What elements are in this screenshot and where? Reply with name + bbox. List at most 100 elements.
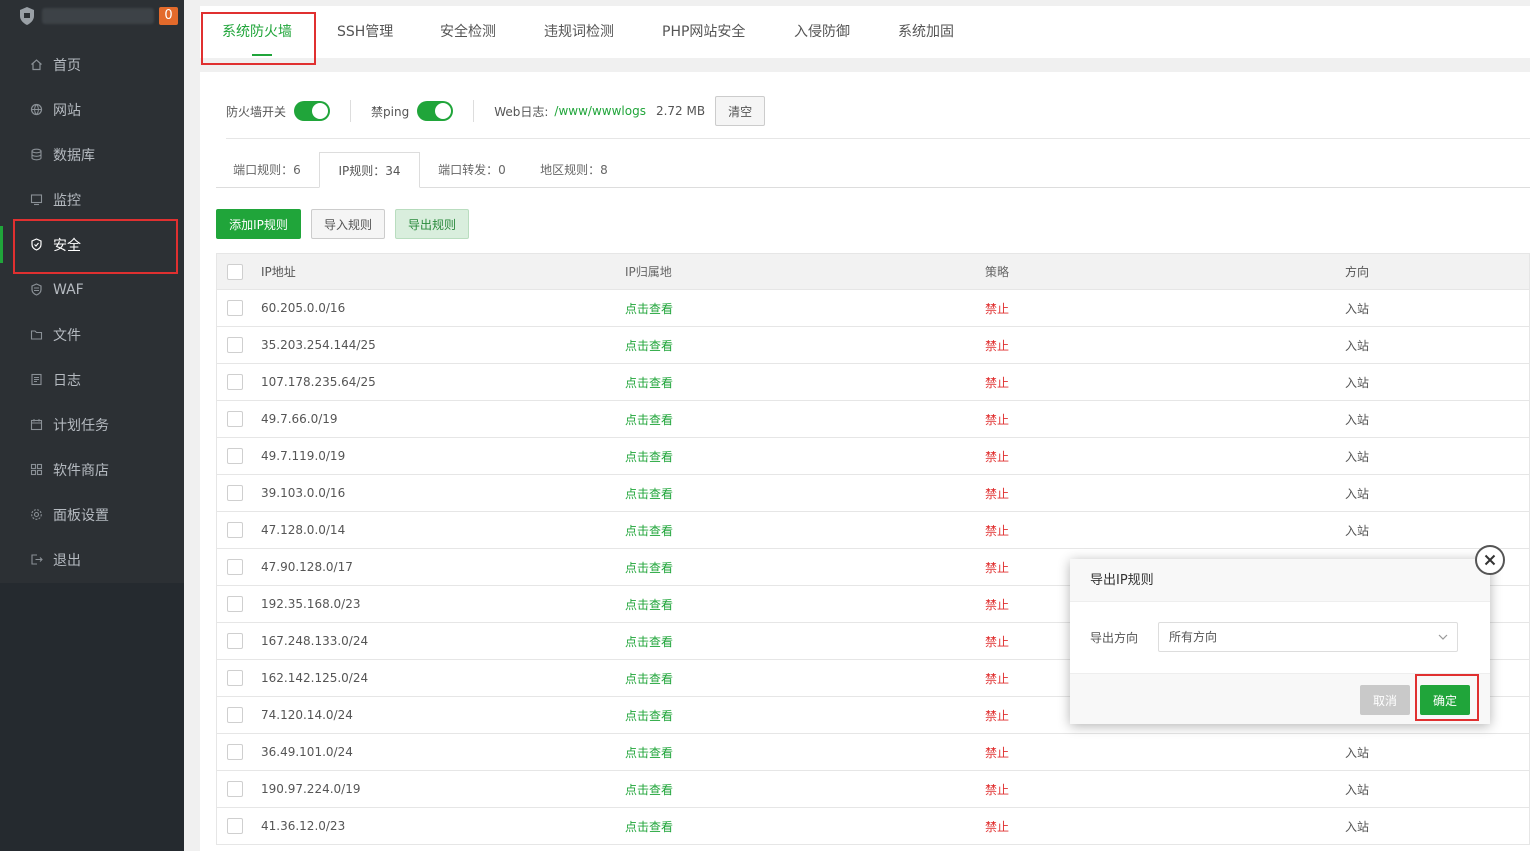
policy-value: 禁止 <box>985 412 1010 427</box>
policy-value: 禁止 <box>985 301 1010 316</box>
direction-value: 入站 <box>1345 301 1370 316</box>
main-area: 系统防火墙 SSH管理 安全检测 违规词检测 PHP网站安全 入侵防御 系统加固… <box>184 0 1530 851</box>
ip-location-link[interactable]: 点击查看 <box>625 522 673 539</box>
table-row: 39.103.0.0/16 点击查看 禁止 入站 <box>217 475 1529 512</box>
ip-location-link[interactable]: 点击查看 <box>625 374 673 391</box>
sidebar-item-home[interactable]: 首页 <box>0 42 184 87</box>
ip-location-link[interactable]: 点击查看 <box>625 744 673 761</box>
ip-location-link[interactable]: 点击查看 <box>625 596 673 613</box>
subtab-ip-rules[interactable]: IP规则：34 <box>319 152 420 188</box>
add-ip-rule-button[interactable]: 添加IP规则 <box>216 209 301 239</box>
ip-location-link[interactable]: 点击查看 <box>625 337 673 354</box>
home-icon <box>29 58 43 72</box>
highlight-security <box>13 219 178 274</box>
apps-icon <box>29 463 43 477</box>
sidebar-item-logs[interactable]: 日志 <box>0 357 184 402</box>
policy-value: 禁止 <box>985 671 1010 686</box>
row-checkbox[interactable] <box>227 374 243 390</box>
divider <box>350 100 352 122</box>
sidebar-item-label: WAF <box>53 281 84 298</box>
ip-location-link[interactable]: 点击查看 <box>625 633 673 650</box>
tab-intrusion[interactable]: 入侵防御 <box>794 6 850 58</box>
sidebar-item-label: 日志 <box>53 372 81 389</box>
weblog-path-link[interactable]: /www/wwwlogs <box>554 104 646 118</box>
sidebar-header: 0 <box>0 0 184 36</box>
tab-php-security[interactable]: PHP网站安全 <box>662 6 745 58</box>
table-row: 190.97.224.0/19 点击查看 禁止 入站 <box>217 771 1529 808</box>
sidebar-item-settings[interactable]: 面板设置 <box>0 492 184 537</box>
sidebar-item-label: 监控 <box>53 192 81 209</box>
divider <box>473 100 475 122</box>
select-all-checkbox[interactable] <box>227 263 243 280</box>
tab-ssh[interactable]: SSH管理 <box>337 6 393 58</box>
row-checkbox[interactable] <box>227 522 243 538</box>
tab-word-check[interactable]: 违规词检测 <box>544 6 614 58</box>
ip-location-link[interactable]: 点击查看 <box>625 300 673 317</box>
direction-value: 入站 <box>1345 523 1370 538</box>
highlight-confirm <box>1415 674 1479 721</box>
action-buttons: 添加IP规则 导入规则 导出规则 <box>216 209 469 239</box>
content-panel: 防火墙开关 禁ping Web日志: /www/wwwlogs 2.72 MB … <box>200 72 1530 851</box>
ip-rules-table: IP地址 IP归属地 策略 方向 60.205.0.0/16 点击查看 禁止 入站 35… <box>216 253 1530 845</box>
notification-badge[interactable]: 0 <box>159 7 178 25</box>
ip-address: 49.7.119.0/19 <box>261 449 346 463</box>
policy-value: 禁止 <box>985 375 1010 390</box>
sidebar-item-database[interactable]: 数据库 <box>0 132 184 177</box>
header-ip[interactable]: IP地址 <box>261 263 296 280</box>
direction-value: 入站 <box>1345 486 1370 501</box>
select-value: 所有方向 <box>1169 630 1218 644</box>
ip-location-link[interactable]: 点击查看 <box>625 559 673 576</box>
policy-value: 禁止 <box>985 449 1010 464</box>
row-checkbox[interactable] <box>227 707 243 723</box>
sidebar-item-website[interactable]: 网站 <box>0 87 184 132</box>
export-rules-button[interactable]: 导出规则 <box>395 209 469 239</box>
ip-location-link[interactable]: 点击查看 <box>625 707 673 724</box>
export-direction-select[interactable]: 所有方向 <box>1158 622 1458 652</box>
row-checkbox[interactable] <box>227 818 243 834</box>
sidebar-item-monitor[interactable]: 监控 <box>0 177 184 222</box>
row-checkbox[interactable] <box>227 448 243 464</box>
firewall-toggle[interactable] <box>294 101 331 121</box>
row-checkbox[interactable] <box>227 300 243 316</box>
row-checkbox[interactable] <box>227 559 243 575</box>
ip-location-link[interactable]: 点击查看 <box>625 818 673 835</box>
row-checkbox[interactable] <box>227 337 243 353</box>
policy-value: 禁止 <box>985 745 1010 760</box>
subtab-region-rules[interactable]: 地区规则：8 <box>524 152 624 188</box>
sidebar-item-files[interactable]: 文件 <box>0 312 184 357</box>
ping-toggle[interactable] <box>417 101 454 121</box>
ip-location-link[interactable]: 点击查看 <box>625 670 673 687</box>
tab-security-check[interactable]: 安全检测 <box>440 6 496 58</box>
ip-location-link[interactable]: 点击查看 <box>625 448 673 465</box>
close-button[interactable] <box>1475 545 1505 575</box>
tab-hardening[interactable]: 系统加固 <box>898 6 954 58</box>
row-checkbox[interactable] <box>227 485 243 501</box>
sidebar-item-store[interactable]: 软件商店 <box>0 447 184 492</box>
import-rules-button[interactable]: 导入规则 <box>311 209 385 239</box>
ip-address: 192.35.168.0/23 <box>261 597 361 611</box>
subtab-port-forward[interactable]: 端口转发：0 <box>420 152 524 188</box>
row-checkbox[interactable] <box>227 781 243 797</box>
sidebar-item-cron[interactable]: 计划任务 <box>0 402 184 447</box>
dialog-title: 导出IP规则 <box>1070 559 1490 602</box>
clear-log-button[interactable]: 清空 <box>715 96 766 126</box>
row-checkbox[interactable] <box>227 633 243 649</box>
row-checkbox[interactable] <box>227 670 243 686</box>
sidebar-item-label: 面板设置 <box>53 507 109 524</box>
weblog-size: 2.72 MB <box>655 104 706 118</box>
policy-value: 禁止 <box>985 708 1010 723</box>
sidebar-item-label: 数据库 <box>53 147 95 164</box>
ip-location-link[interactable]: 点击查看 <box>625 485 673 502</box>
subtab-port-rules[interactable]: 端口规则：6 <box>216 152 318 188</box>
ip-location-link[interactable]: 点击查看 <box>625 781 673 798</box>
row-checkbox[interactable] <box>227 596 243 612</box>
top-tabs: 系统防火墙 SSH管理 安全检测 违规词检测 PHP网站安全 入侵防御 系统加固 <box>200 6 1530 58</box>
sidebar-item-logout[interactable]: 退出 <box>0 537 184 582</box>
ip-address: 60.205.0.0/16 <box>261 301 346 315</box>
row-checkbox[interactable] <box>227 744 243 760</box>
cancel-button[interactable]: 取消 <box>1360 685 1410 715</box>
ip-location-link[interactable]: 点击查看 <box>625 411 673 428</box>
row-checkbox[interactable] <box>227 411 243 427</box>
header-location: IP归属地 <box>625 265 672 279</box>
section-divider <box>226 138 1530 139</box>
